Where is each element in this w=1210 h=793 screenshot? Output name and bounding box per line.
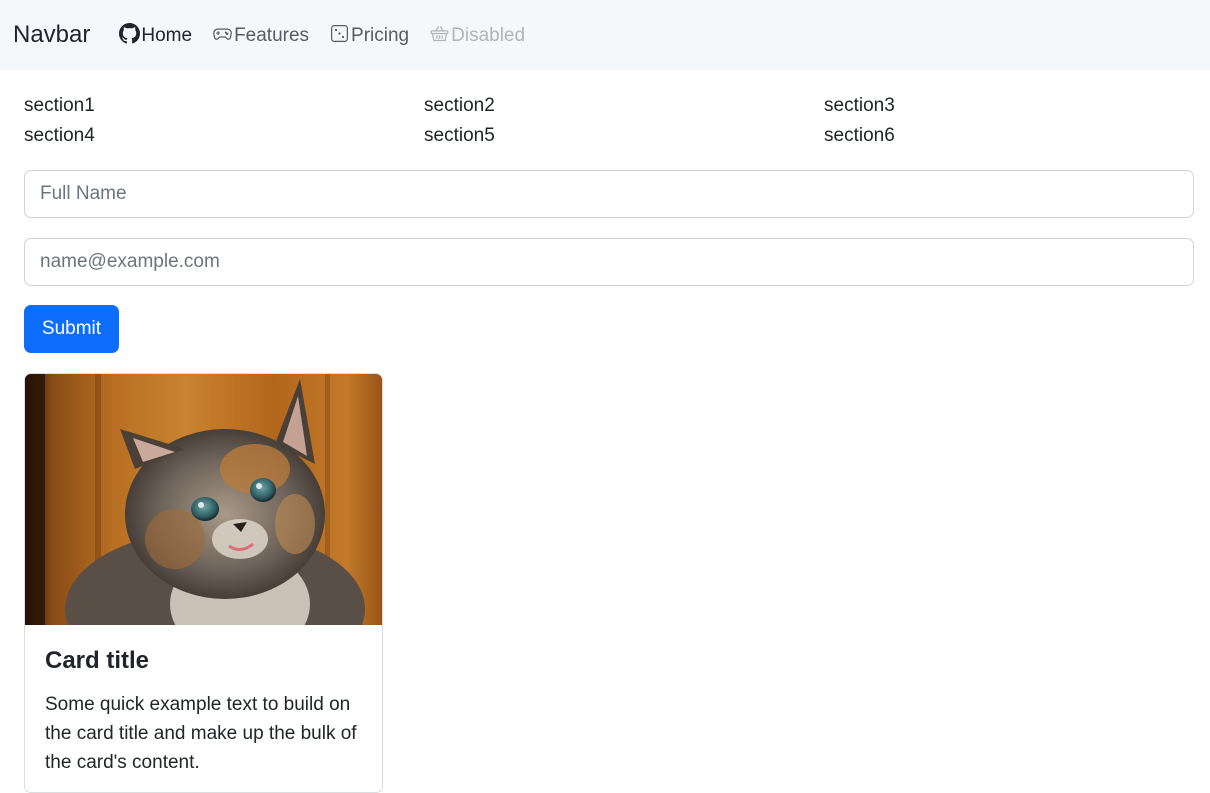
- dice-icon: [329, 23, 351, 48]
- navbar: Navbar Home Features Pricing Disabled: [0, 0, 1210, 70]
- section-label: section1: [24, 95, 95, 116]
- nav-item-home[interactable]: Home: [119, 22, 193, 48]
- nav-item-label: Home: [141, 24, 193, 46]
- nav-item-label: Pricing: [351, 24, 410, 46]
- card-title: Card title: [45, 647, 150, 674]
- nav-item-label: Features: [234, 24, 310, 46]
- section-label: section2: [424, 95, 495, 116]
- submit-button[interactable]: Submit: [24, 305, 119, 353]
- navbar-brand[interactable]: Navbar: [13, 23, 90, 47]
- kitten-image: [25, 374, 382, 625]
- email-input[interactable]: [24, 238, 1194, 286]
- card-text: Some quick example text to build on the …: [45, 693, 357, 773]
- section-label: section3: [824, 95, 895, 116]
- basket-icon: [429, 23, 451, 48]
- card: Card title Some quick example text to bu…: [24, 373, 383, 793]
- card-body: Card title Some quick example text to bu…: [25, 625, 382, 792]
- full-name-input[interactable]: [24, 170, 1194, 218]
- nav-item-label: Disabled: [451, 24, 526, 46]
- github-icon: [119, 22, 141, 48]
- nav-item-disabled: Disabled: [429, 23, 525, 48]
- section-label: section4: [24, 125, 95, 146]
- section-label: section5: [424, 125, 495, 146]
- gamepad-icon: [212, 23, 234, 48]
- section-label: section6: [824, 125, 895, 146]
- nav-item-features[interactable]: Features: [212, 23, 309, 48]
- sections-grid: section1 section2 section3 section4 sect…: [24, 94, 1194, 148]
- nav-item-pricing[interactable]: Pricing: [329, 23, 409, 48]
